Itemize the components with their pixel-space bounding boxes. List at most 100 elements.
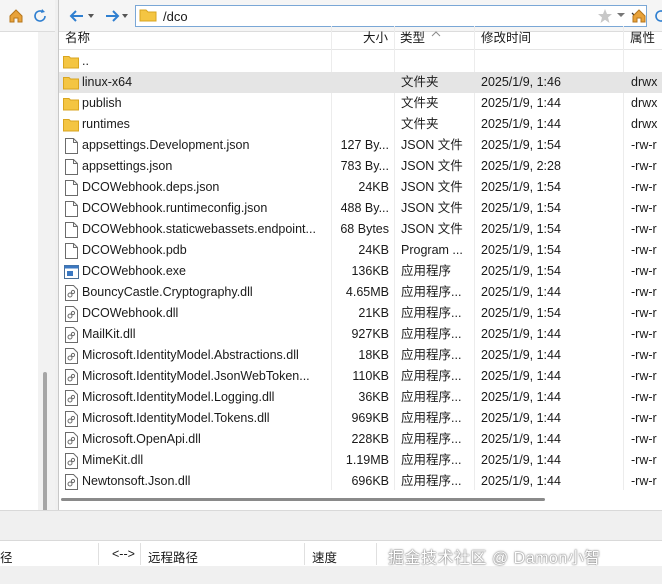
column-divider[interactable] [140, 543, 141, 565]
file-modified: 2025/1/9, 1:54 [481, 264, 561, 278]
dll-icon [63, 431, 79, 448]
file-row[interactable]: Microsoft.IdentityModel.Logging.dll 36KB 应… [59, 387, 662, 408]
file-name-cell[interactable]: linux-x64 [63, 72, 331, 93]
file-name-cell[interactable]: Microsoft.IdentityModel.Logging.dll [63, 387, 331, 408]
file-name-cell[interactable]: BouncyCastle.Cryptography.dll [63, 282, 331, 303]
file-row[interactable]: MimeKit.dll 1.19MB 应用程序... 2025/1/9, 1:44 -r… [59, 450, 662, 471]
file-name: linux-x64 [82, 75, 133, 89]
file-type: 应用程序... [401, 390, 462, 404]
file-type: 应用程序... [401, 327, 462, 341]
bookmark-star-icon[interactable] [597, 8, 613, 27]
column-divider[interactable] [98, 543, 99, 565]
file-name-cell[interactable]: appsettings.json [63, 156, 331, 177]
file-icon [63, 242, 79, 259]
file-row[interactable]: Microsoft.IdentityModel.Abstractions.dll… [59, 345, 662, 366]
file-name-cell[interactable]: runtimes [63, 114, 331, 135]
refresh-icon[interactable] [32, 8, 48, 27]
scrollbar-thumb[interactable] [43, 372, 47, 522]
file-name-cell[interactable]: MailKit.dll [63, 324, 331, 345]
file-name-cell[interactable]: DCOWebhook.dll [63, 303, 331, 324]
file-row[interactable]: .. [59, 51, 662, 72]
dll-icon [63, 473, 79, 490]
local-vertical-scrollbar[interactable] [38, 32, 55, 522]
file-type: 应用程序 [401, 264, 452, 278]
home-icon[interactable] [8, 8, 24, 27]
file-name-cell[interactable]: Microsoft.IdentityModel.Abstractions.dll [63, 345, 331, 366]
file-size: 36KB [358, 390, 389, 404]
back-arrow-icon [69, 10, 94, 22]
file-row[interactable]: Microsoft.IdentityModel.Tokens.dll 969KB 应… [59, 408, 662, 429]
star-dropdown-icon[interactable] [616, 9, 626, 24]
file-row[interactable]: publish 文件夹 2025/1/9, 1:44 drwx [59, 93, 662, 114]
file-row[interactable]: appsettings.Development.json 127 By... JSO… [59, 135, 662, 156]
column-size[interactable]: 大小 [363, 32, 388, 50]
file-row[interactable]: DCOWebhook.pdb 24KB Program ... 2025/1/9, 1… [59, 240, 662, 261]
file-row[interactable]: DCOWebhook.staticwebassets.endpoint... 68… [59, 219, 662, 240]
remote-horizontal-scrollbar[interactable] [59, 490, 662, 510]
file-row[interactable]: appsettings.json 783 By... JSON 文件 2025/1/9… [59, 156, 662, 177]
file-name-cell[interactable]: DCOWebhook.exe [63, 261, 331, 282]
column-type[interactable]: 类型 [400, 32, 425, 50]
file-name-cell[interactable]: publish [63, 93, 331, 114]
file-name-cell[interactable]: MimeKit.dll [63, 450, 331, 471]
file-size: 4.65MB [345, 285, 389, 299]
remote-address-bar[interactable]: /dco [135, 5, 647, 27]
file-name-cell[interactable]: Microsoft.OpenApi.dll [63, 429, 331, 450]
file-type: 应用程序... [401, 369, 462, 383]
home-icon[interactable] [631, 8, 647, 27]
file-name: Microsoft.IdentityModel.Abstractions.dll [82, 348, 299, 362]
queue-column-speed[interactable]: 速度 [312, 547, 337, 566]
file-name-cell[interactable]: DCOWebhook.staticwebassets.endpoint... [63, 219, 331, 240]
dll-icon [63, 410, 79, 427]
file-row[interactable]: runtimes 文件夹 2025/1/9, 1:44 drwx [59, 114, 662, 135]
file-name: Newtonsoft.Json.dll [82, 474, 191, 488]
back-button[interactable] [65, 6, 97, 26]
refresh-icon[interactable] [653, 8, 662, 27]
file-type: 文件夹 [401, 117, 439, 131]
forward-button[interactable] [101, 6, 133, 26]
remote-pane: /dco 名称 大小 类型 修改时间 属性 .. linux-x64 文件夹 2… [58, 0, 662, 510]
file-icon [63, 137, 79, 154]
column-attributes[interactable]: 属性 [630, 32, 655, 50]
queue-column-direction[interactable]: <--> [112, 547, 135, 561]
panel-divider[interactable] [0, 510, 662, 540]
file-size: 969KB [351, 411, 389, 425]
file-name: publish [82, 96, 122, 110]
file-modified: 2025/1/9, 1:54 [481, 180, 561, 194]
file-modified: 2025/1/9, 1:54 [481, 222, 561, 236]
file-name-cell[interactable]: Microsoft.IdentityModel.JsonWebToken... [63, 366, 331, 387]
file-size: 783 By... [340, 159, 389, 173]
file-attributes: -rw-r [631, 432, 657, 446]
queue-column-remote-path[interactable]: 远程路径 [148, 547, 198, 566]
column-divider[interactable] [304, 543, 305, 565]
column-divider[interactable] [376, 543, 377, 565]
file-name-cell[interactable]: DCOWebhook.deps.json [63, 177, 331, 198]
file-name-cell[interactable]: .. [63, 51, 331, 72]
file-row[interactable]: MailKit.dll 927KB 应用程序... 2025/1/9, 1:44 -rw… [59, 324, 662, 345]
file-row[interactable]: BouncyCastle.Cryptography.dll 4.65MB 应用程序.… [59, 282, 662, 303]
file-attributes: -rw-r [631, 369, 657, 383]
scrollbar-thumb[interactable] [61, 498, 545, 501]
file-name-cell[interactable]: appsettings.Development.json [63, 135, 331, 156]
queue-column-local-path[interactable]: 径 [0, 547, 13, 566]
file-icon [63, 158, 79, 175]
file-name-cell[interactable]: DCOWebhook.pdb [63, 240, 331, 261]
column-name[interactable]: 名称 [65, 32, 90, 50]
column-modified[interactable]: 修改时间 [481, 32, 531, 50]
file-row[interactable]: DCOWebhook.exe 136KB 应用程序 2025/1/9, 1:54 -rw… [59, 261, 662, 282]
file-row[interactable]: DCOWebhook.deps.json 24KB JSON 文件 2025/1/9,… [59, 177, 662, 198]
remote-path[interactable]: /dco [163, 9, 188, 24]
file-row[interactable]: Microsoft.IdentityModel.JsonWebToken... 1… [59, 366, 662, 387]
file-type: 应用程序... [401, 285, 462, 299]
file-name-cell[interactable]: Microsoft.IdentityModel.Tokens.dll [63, 408, 331, 429]
file-name: MailKit.dll [82, 327, 136, 341]
file-attributes: drwx [631, 96, 658, 110]
file-row[interactable]: linux-x64 文件夹 2025/1/9, 1:46 drwx [59, 72, 662, 93]
file-name-cell[interactable]: Newtonsoft.Json.dll [63, 471, 331, 492]
file-name-cell[interactable]: DCOWebhook.runtimeconfig.json [63, 198, 331, 219]
file-row[interactable]: Microsoft.OpenApi.dll 228KB 应用程序... 2025/1/… [59, 429, 662, 450]
file-row[interactable]: Newtonsoft.Json.dll 696KB 应用程序... 2025/1/9,… [59, 471, 662, 492]
file-row[interactable]: DCOWebhook.dll 21KB 应用程序... 2025/1/9, 1:54 -… [59, 303, 662, 324]
file-row[interactable]: DCOWebhook.runtimeconfig.json 488 By... JS… [59, 198, 662, 219]
sftp-window: /dco 名称 大小 类型 修改时间 属性 .. linux-x64 文件夹 2… [0, 0, 662, 584]
